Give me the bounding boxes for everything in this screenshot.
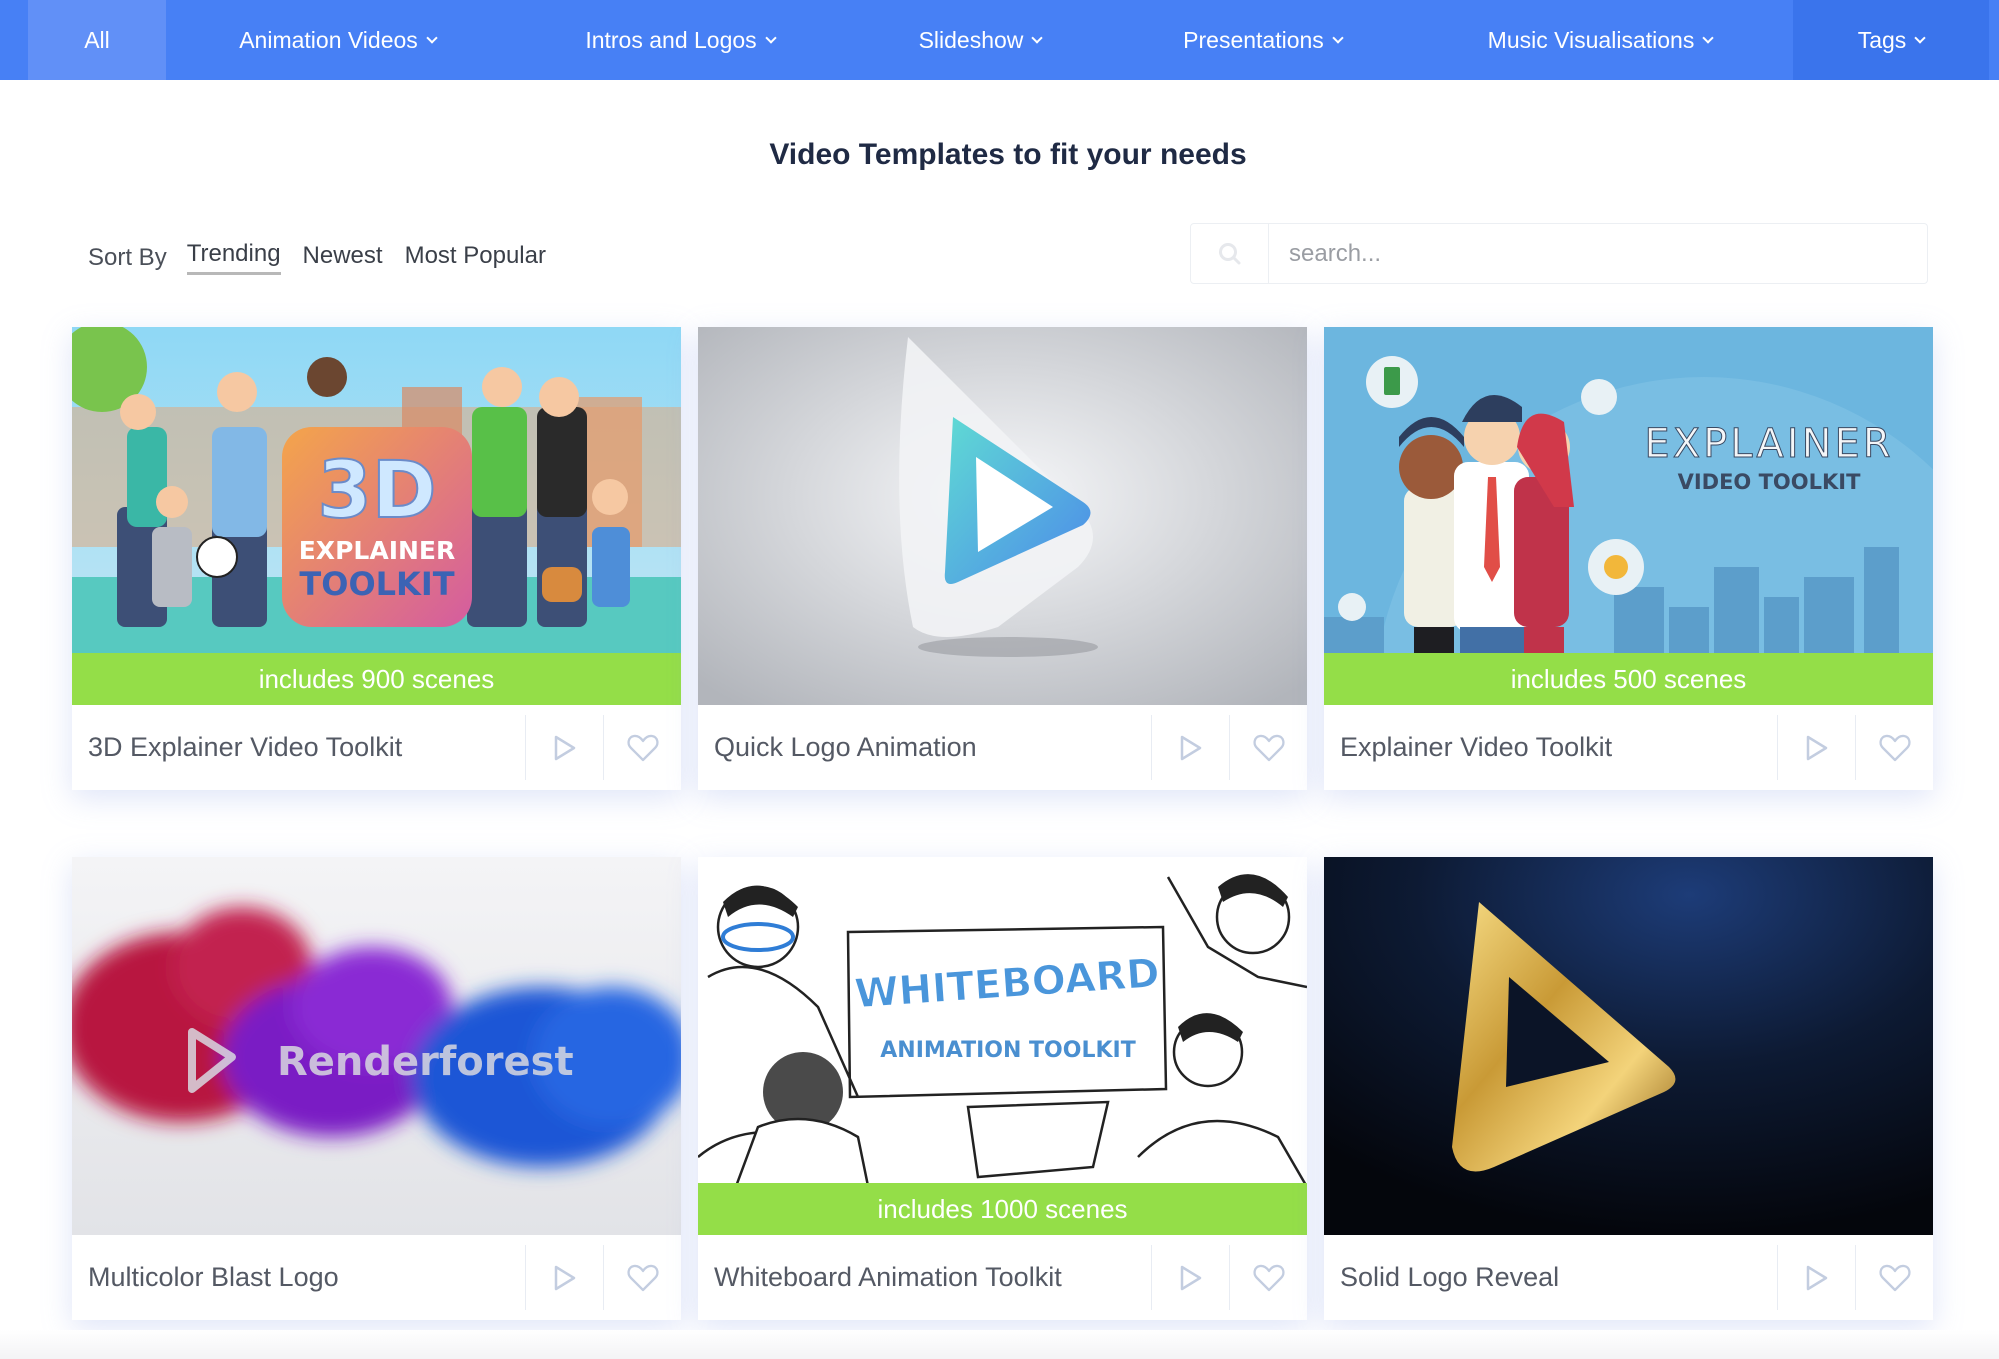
chevron-down-icon xyxy=(1332,31,1344,44)
thumbnail-3d-explainer: 3D EXPLAINER TOOLKIT xyxy=(72,327,681,705)
heart-icon xyxy=(1252,734,1285,761)
thumb-text: VIDEO TOOLKIT xyxy=(1678,470,1862,494)
card-footer: Multicolor Blast Logo xyxy=(72,1235,681,1320)
nav-label: All xyxy=(84,26,110,53)
sort-option-trending[interactable]: Trending xyxy=(186,240,281,275)
thumbnail-whiteboard: WHITEBOARD ANIMATION TOOLKIT xyxy=(698,857,1307,1235)
play-icon xyxy=(1180,1265,1201,1290)
preview-button[interactable] xyxy=(1151,715,1229,780)
nav-item-animation-videos[interactable]: Animation Videos xyxy=(205,0,470,80)
heart-icon xyxy=(626,1264,659,1291)
card-title[interactable]: Multicolor Blast Logo xyxy=(72,1262,525,1293)
nav-label: Music Visualisations xyxy=(1487,26,1695,53)
favorite-button[interactable] xyxy=(1855,715,1933,780)
card-thumbnail[interactable]: Renderforest xyxy=(72,857,681,1235)
preview-button[interactable] xyxy=(525,1245,603,1310)
favorite-button[interactable] xyxy=(1229,1245,1307,1310)
heart-icon xyxy=(626,734,659,761)
card-thumbnail[interactable]: EXPLAINER VIDEO TOOLKIT includes 500 sce… xyxy=(1324,327,1933,705)
thumbnail-solid-logo xyxy=(1324,857,1933,1235)
nav-item-all[interactable]: All xyxy=(28,0,166,80)
template-card[interactable]: Quick Logo Animation xyxy=(698,327,1307,790)
card-footer: 3D Explainer Video Toolkit xyxy=(72,705,681,790)
chevron-down-icon xyxy=(1702,31,1714,44)
template-card[interactable]: 3D EXPLAINER TOOLKIT includes 900 scenes… xyxy=(72,327,681,790)
thumbnail-quick-logo xyxy=(698,327,1307,705)
card-thumbnail[interactable]: 3D EXPLAINER TOOLKIT includes 900 scenes xyxy=(72,327,681,705)
favorite-button[interactable] xyxy=(1855,1245,1933,1310)
heart-icon xyxy=(1878,734,1911,761)
play-icon xyxy=(554,735,575,760)
card-thumbnail[interactable]: WHITEBOARD ANIMATION TOOLKIT includes 10… xyxy=(698,857,1307,1235)
favorite-button[interactable] xyxy=(1229,715,1307,780)
card-title[interactable]: Explainer Video Toolkit xyxy=(1324,732,1777,763)
scenes-badge: includes 1000 scenes xyxy=(698,1183,1307,1235)
play-icon xyxy=(1806,1265,1827,1290)
card-footer: Whiteboard Animation Toolkit xyxy=(698,1235,1307,1320)
card-title[interactable]: Solid Logo Reveal xyxy=(1324,1262,1777,1293)
play-icon xyxy=(554,1265,575,1290)
favorite-button[interactable] xyxy=(603,715,681,780)
nav-label: Presentations xyxy=(1183,26,1324,53)
search-box xyxy=(1190,223,1928,284)
page-title: Video Templates to fit your needs xyxy=(769,138,1247,171)
thumbnail-multicolor-blast: Renderforest xyxy=(72,857,681,1235)
thumbnail-explainer-toolkit: EXPLAINER VIDEO TOOLKIT xyxy=(1324,327,1933,705)
card-footer: Explainer Video Toolkit xyxy=(1324,705,1933,790)
category-nav: All Animation Videos Intros and Logos Sl… xyxy=(0,0,1999,80)
card-thumbnail[interactable] xyxy=(1324,857,1933,1235)
favorite-button[interactable] xyxy=(603,1245,681,1310)
sort-label: Sort By xyxy=(88,243,167,271)
nav-label: Tags xyxy=(1857,26,1907,53)
heart-icon xyxy=(1878,1264,1911,1291)
template-card[interactable]: EXPLAINER VIDEO TOOLKIT includes 500 sce… xyxy=(1324,327,1933,790)
card-footer: Solid Logo Reveal xyxy=(1324,1235,1933,1320)
nav-item-intros-and-logos[interactable]: Intros and Logos xyxy=(560,0,800,80)
nav-item-tags[interactable]: Tags xyxy=(1793,0,1989,80)
preview-button[interactable] xyxy=(1151,1245,1229,1310)
nav-item-music-visualisations[interactable]: Music Visualisations xyxy=(1460,0,1740,80)
card-title[interactable]: Whiteboard Animation Toolkit xyxy=(698,1262,1151,1293)
nav-label: Slideshow xyxy=(918,26,1024,53)
heart-icon xyxy=(1252,1264,1285,1291)
chevron-down-icon xyxy=(1031,31,1044,44)
play-icon xyxy=(1180,735,1201,760)
preview-button[interactable] xyxy=(1777,1245,1855,1310)
sort-bar: Sort By Trending Newest Most Popular xyxy=(88,240,568,275)
card-footer: Quick Logo Animation xyxy=(698,705,1307,790)
search-icon xyxy=(1218,242,1240,264)
card-thumbnail[interactable] xyxy=(698,327,1307,705)
nav-item-slideshow[interactable]: Slideshow xyxy=(895,0,1065,80)
thumb-text: ANIMATION TOOLKIT xyxy=(880,1038,1135,1063)
thumb-text: 3D xyxy=(317,446,436,536)
thumb-text: Renderforest xyxy=(277,1039,574,1085)
preview-button[interactable] xyxy=(1777,715,1855,780)
thumb-text: EXPLAINER xyxy=(1644,421,1893,467)
template-card[interactable]: Solid Logo Reveal xyxy=(1324,857,1933,1320)
search-button[interactable] xyxy=(1191,224,1269,283)
preview-button[interactable] xyxy=(525,715,603,780)
chevron-down-icon xyxy=(426,31,438,44)
card-title[interactable]: 3D Explainer Video Toolkit xyxy=(72,732,525,763)
chevron-down-icon xyxy=(1914,31,1926,44)
play-icon xyxy=(1806,735,1827,760)
template-card[interactable]: Renderforest Multicolor Blast Logo xyxy=(72,857,681,1320)
thumb-text: EXPLAINER xyxy=(299,536,456,565)
nav-item-presentations[interactable]: Presentations xyxy=(1155,0,1370,80)
nav-label: Intros and Logos xyxy=(585,26,757,53)
page-bottom-fade xyxy=(0,1330,1999,1359)
scenes-badge: includes 500 scenes xyxy=(1324,653,1933,705)
card-title[interactable]: Quick Logo Animation xyxy=(698,732,1151,763)
sort-option-newest[interactable]: Newest xyxy=(303,242,383,274)
chevron-down-icon xyxy=(765,31,777,44)
search-input[interactable] xyxy=(1269,224,1927,283)
thumb-text: TOOLKIT xyxy=(299,565,454,603)
sort-option-most-popular[interactable]: Most Popular xyxy=(405,242,546,274)
template-card[interactable]: WHITEBOARD ANIMATION TOOLKIT includes 10… xyxy=(698,857,1307,1320)
nav-label: Animation Videos xyxy=(239,26,418,53)
scenes-badge: includes 900 scenes xyxy=(72,653,681,705)
